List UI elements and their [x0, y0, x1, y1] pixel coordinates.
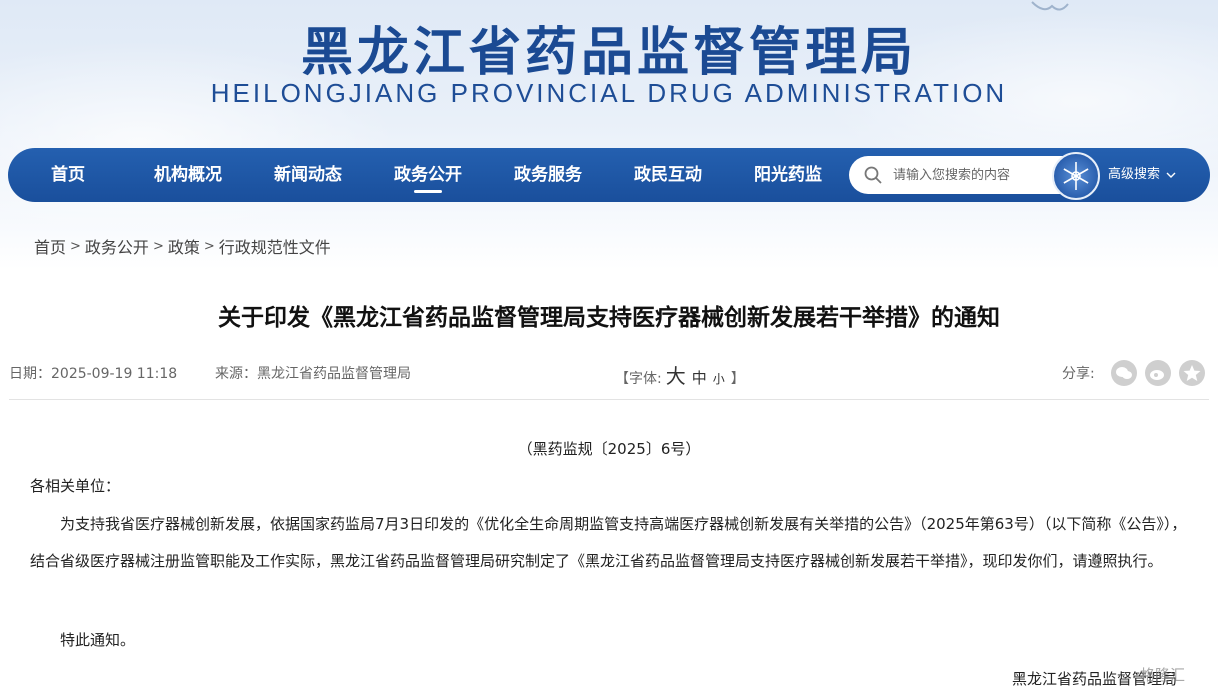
advanced-search-label: 高级搜索 — [1108, 167, 1161, 182]
article-body: 为支持我省医疗器械创新发展，依据国家药监局7月3日印发的《优化全生命周期监管支持… — [30, 515, 1187, 570]
font-size-label: 【字体: — [615, 371, 662, 387]
nav-item-news[interactable]: 新闻动态 — [248, 148, 368, 202]
breadcrumb-regulations[interactable]: 行政规范性文件 — [219, 238, 331, 257]
font-size-close-bracket: 】 — [730, 371, 745, 387]
search-icon — [864, 166, 882, 184]
breadcrumb-separator: > — [70, 238, 81, 254]
font-size-medium-button[interactable]: 中 — [692, 369, 707, 387]
nav-item-home[interactable]: 首页 — [8, 148, 128, 202]
search-input[interactable] — [893, 156, 1063, 194]
site-subtitle: HEILONGJIANG PROVINCIAL DRUG ADMINISTRAT… — [210, 78, 1008, 108]
publish-date: 日期：2025-09-19 11:18 — [9, 366, 178, 382]
article-meta: 日期：2025-09-19 11:18 来源：黑龙江省药品监督管理局 【字体: 大… — [9, 360, 1209, 388]
nav-item-interaction[interactable]: 政民互动 — [608, 148, 728, 202]
main-nav: 首页 机构概况 新闻动态 政务公开 政务服务 政民互动 阳光药监 高级搜索 — [8, 148, 1210, 202]
wechat-icon[interactable] — [1111, 360, 1137, 386]
font-size-large-button[interactable]: 大 — [666, 364, 686, 388]
breadcrumb: 首页 > 政务公开 > 政策 > 行政规范性文件 — [34, 234, 331, 257]
snowflake-icon — [1063, 162, 1089, 190]
article-title: 关于印发《黑龙江省药品监督管理局支持医疗器械创新发展若干举措》的通知 — [218, 305, 1000, 331]
share-label: 分享: — [1062, 366, 1095, 382]
search-submit-button[interactable] — [1052, 152, 1100, 200]
breadcrumb-policy[interactable]: 政策 — [168, 238, 200, 257]
favorite-icon[interactable] — [1179, 360, 1205, 386]
advanced-search-link[interactable]: 高级搜索 — [1108, 148, 1176, 202]
breadcrumb-gov-affairs[interactable]: 政务公开 — [85, 238, 149, 257]
divider — [9, 399, 1209, 400]
nav-item-sunshine[interactable]: 阳光药监 — [728, 148, 848, 202]
site-title: 黑龙江省药品监督管理局 — [300, 23, 917, 83]
font-size-control: 【字体: 大中小】 — [615, 360, 745, 389]
breadcrumb-separator: > — [203, 238, 215, 254]
document-number: （黑药监规〔2025〕6号） — [517, 440, 701, 458]
nav-item-services[interactable]: 政务服务 — [488, 148, 608, 202]
nav-item-about[interactable]: 机构概况 — [128, 148, 248, 202]
font-size-small-button[interactable]: 小 — [713, 372, 725, 386]
breadcrumb-home[interactable]: 首页 — [34, 238, 66, 257]
breadcrumb-separator: > — [152, 238, 164, 254]
article-source: 来源：黑龙江省药品监督管理局 — [215, 366, 411, 382]
watermark: 格隆汇 — [1140, 666, 1186, 684]
weibo-icon[interactable] — [1145, 360, 1171, 386]
header-banner: 黑龙江省药品监督管理局 HEILONGJIANG PROVINCIAL DRUG… — [0, 0, 1218, 270]
salutation: 各相关单位： — [30, 477, 121, 495]
nav-item-gov-affairs[interactable]: 政务公开 — [368, 148, 488, 202]
chevron-down-icon — [1166, 172, 1176, 178]
closing-line: 特此通知。 — [30, 631, 136, 649]
